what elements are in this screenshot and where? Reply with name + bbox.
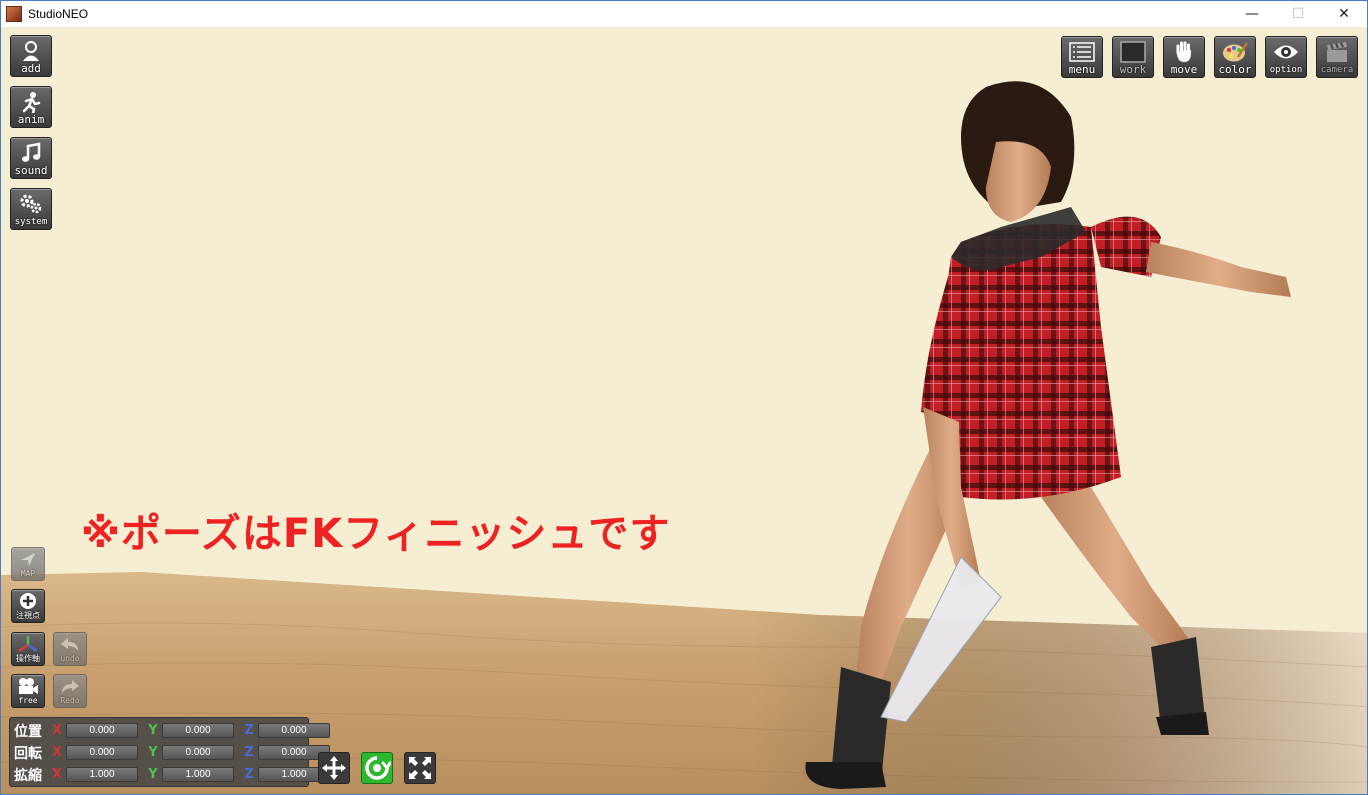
frame-icon (1120, 40, 1146, 64)
person-add-icon (18, 39, 44, 63)
undo-button[interactable]: undo (53, 632, 87, 666)
rotate-gizmo-button[interactable] (361, 752, 393, 784)
position-label: 位置 (14, 723, 42, 740)
camera-mode-button[interactable]: free (11, 674, 45, 708)
transform-panel: 位置 X 0.000 Y 0.000 Z 0.000 回転 X 0.000 Y … (9, 717, 330, 787)
scale-label: 拡縮 (14, 767, 42, 784)
list-icon (1069, 40, 1095, 64)
map-arrow-icon (17, 550, 39, 568)
move-button[interactable]: move (1163, 36, 1205, 78)
palette-icon (1222, 40, 1248, 64)
video-camera-icon (17, 677, 39, 695)
move-arrows-icon (322, 756, 346, 780)
axis-button[interactable]: 操作軸 (11, 632, 45, 666)
option-button[interactable]: option (1265, 36, 1307, 78)
app-icon (6, 6, 22, 22)
pose-caption: ※ポーズはFKフィニッシュです (81, 511, 671, 557)
position-x-field[interactable]: 0.000 (66, 723, 138, 738)
running-figure-icon (18, 90, 44, 114)
menu-button[interactable]: menu (1061, 36, 1103, 78)
x-axis-label: X (51, 723, 63, 738)
z-axis-label: Z (244, 767, 254, 782)
position-z-field[interactable]: 0.000 (258, 723, 330, 738)
eye-icon (1273, 40, 1299, 64)
y-axis-label: Y (148, 767, 158, 782)
rotation-y-field[interactable]: 0.000 (162, 745, 234, 760)
scale-row: 拡縮 X 1.000 Y 1.000 Z 1.000 (14, 764, 338, 785)
3d-viewport[interactable]: add anim sound system menu work move col… (1, 27, 1367, 794)
position-row: 位置 X 0.000 Y 0.000 Z 0.000 (14, 720, 338, 741)
minimize-button[interactable]: — (1229, 1, 1275, 27)
sound-button[interactable]: sound (10, 137, 52, 179)
crosshair-plus-icon (17, 592, 39, 610)
color-button[interactable]: color (1214, 36, 1256, 78)
clapperboard-icon (1324, 40, 1350, 64)
scale-y-field[interactable]: 1.000 (162, 767, 234, 782)
y-axis-label: Y (148, 745, 158, 760)
hand-icon (1171, 40, 1197, 64)
close-button[interactable]: ✕ (1321, 1, 1367, 27)
x-axis-label: X (51, 745, 63, 760)
gears-icon (18, 192, 44, 216)
rotation-x-field[interactable]: 0.000 (66, 745, 138, 760)
scale-gizmo-button[interactable] (404, 752, 436, 784)
camera-button[interactable]: camera (1316, 36, 1358, 78)
rotation-label: 回転 (14, 745, 42, 762)
y-axis-label: Y (148, 723, 158, 738)
z-axis-label: Z (244, 745, 254, 760)
rotate-arrow-icon (365, 756, 391, 780)
anim-button[interactable]: anim (10, 86, 52, 128)
maximize-button[interactable]: ☐ (1275, 1, 1321, 27)
z-axis-label: Z (244, 723, 254, 738)
position-y-field[interactable]: 0.000 (162, 723, 234, 738)
system-button[interactable]: system (10, 188, 52, 230)
redo-button[interactable]: Redo (53, 674, 87, 708)
move-gizmo-button[interactable] (318, 752, 350, 784)
axis-gizmo-icon (17, 635, 39, 653)
add-button[interactable]: add (10, 35, 52, 77)
focus-point-button[interactable]: 注視点 (11, 589, 45, 623)
scene-background (1, 27, 1367, 794)
map-button[interactable]: MAP (11, 547, 45, 581)
window-title: StudioNEO (28, 7, 89, 21)
x-axis-label: X (51, 767, 63, 782)
rotation-row: 回転 X 0.000 Y 0.000 Z 0.000 (14, 742, 338, 763)
work-button[interactable]: work (1112, 36, 1154, 78)
undo-arrow-icon (59, 635, 81, 653)
redo-arrow-icon (59, 677, 81, 695)
title-bar: StudioNEO — ☐ ✕ (1, 1, 1367, 27)
music-note-icon (18, 141, 44, 165)
scale-x-field[interactable]: 1.000 (66, 767, 138, 782)
window-controls: — ☐ ✕ (1229, 1, 1367, 27)
studio-window: StudioNEO — ☐ ✕ add anim sound system me… (0, 0, 1368, 795)
scale-corners-icon (409, 757, 431, 779)
